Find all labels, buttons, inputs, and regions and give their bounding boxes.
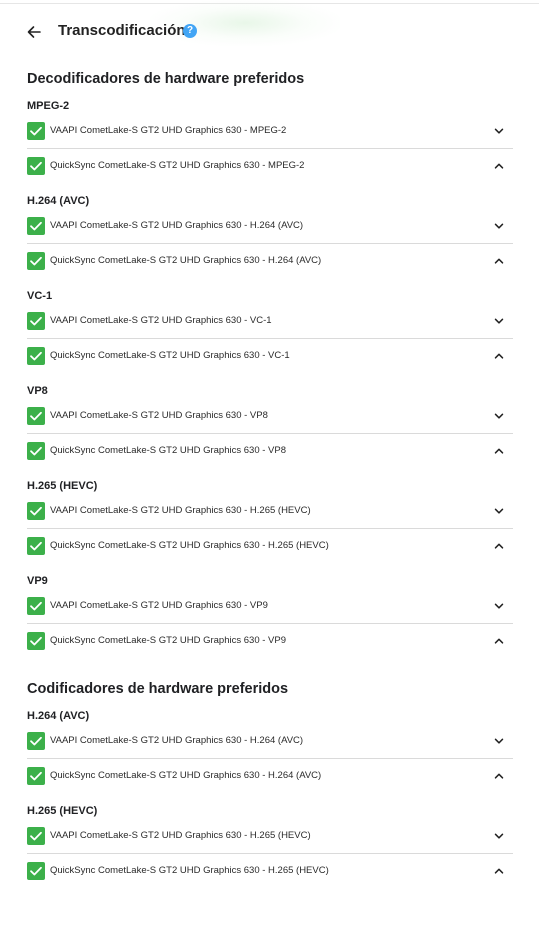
hw-codec-item[interactable]: VAAPI CometLake-S GT2 UHD Graphics 630 -… xyxy=(27,209,513,244)
settings-content: Decodificadores de hardware preferidos MP… xyxy=(27,69,513,898)
hw-codec-item[interactable]: QuickSync CometLake-S GT2 UHD Graphics 6… xyxy=(27,149,513,183)
codec-label: VP8 xyxy=(27,385,48,397)
page-title: Transcodificación xyxy=(58,22,186,39)
codec-label: H.265 (HEVC) xyxy=(27,805,98,817)
chevron-down-icon[interactable] xyxy=(494,126,504,136)
chevron-up-icon[interactable] xyxy=(494,351,504,361)
hw-codec-item[interactable]: VAAPI CometLake-S GT2 UHD Graphics 630 -… xyxy=(27,114,513,149)
hw-codec-item[interactable]: QuickSync CometLake-S GT2 UHD Graphics 6… xyxy=(27,339,513,373)
arrow-left-icon[interactable] xyxy=(24,22,44,42)
checkbox-checked-icon[interactable] xyxy=(27,407,45,425)
checkbox-checked-icon[interactable] xyxy=(27,347,45,365)
hw-codec-label: QuickSync CometLake-S GT2 UHD Graphics 6… xyxy=(50,350,290,361)
checkbox-checked-icon[interactable] xyxy=(27,827,45,845)
checkbox-checked-icon[interactable] xyxy=(27,862,45,880)
codec-label: H.265 (HEVC) xyxy=(27,480,98,492)
checkbox-checked-icon[interactable] xyxy=(27,632,45,650)
hw-codec-label: QuickSync CometLake-S GT2 UHD Graphics 6… xyxy=(50,635,287,646)
chevron-up-icon[interactable] xyxy=(494,866,504,876)
encoders-section: Codificadores de hardware preferidos H.26… xyxy=(27,679,513,888)
chevron-up-icon[interactable] xyxy=(494,636,504,646)
hw-codec-label: VAAPI CometLake-S GT2 UHD Graphics 630 -… xyxy=(50,315,272,326)
checkbox-checked-icon[interactable] xyxy=(27,157,45,175)
codec-label: H.264 (AVC) xyxy=(27,195,90,207)
checkbox-checked-icon[interactable] xyxy=(27,597,45,615)
chevron-down-icon[interactable] xyxy=(494,601,504,611)
section-title: Decodificadores de hardware preferidos xyxy=(27,71,305,87)
hw-codec-label: VAAPI CometLake-S GT2 UHD Graphics 630 -… xyxy=(50,830,311,841)
chevron-up-icon[interactable] xyxy=(494,256,504,266)
checkbox-checked-icon[interactable] xyxy=(27,502,45,520)
chevron-down-icon[interactable] xyxy=(494,221,504,231)
chevron-down-icon[interactable] xyxy=(494,736,504,746)
chevron-up-icon[interactable] xyxy=(494,771,504,781)
hw-codec-label: QuickSync CometLake-S GT2 UHD Graphics 6… xyxy=(50,445,287,456)
hw-codec-item[interactable]: VAAPI CometLake-S GT2 UHD Graphics 630 -… xyxy=(27,819,513,854)
codec-label: MPEG-2 xyxy=(27,100,70,112)
hw-codec-item[interactable]: VAAPI CometLake-S GT2 UHD Graphics 630 -… xyxy=(27,494,513,529)
chevron-down-icon[interactable] xyxy=(494,316,504,326)
codec-group-vp9: VP9 VAAPI CometLake-S GT2 UHD Graphics 63… xyxy=(27,573,513,658)
codec-group-vc-1: VC-1 VAAPI CometLake-S GT2 UHD Graphics 6… xyxy=(27,288,513,373)
codec-group-h-265-hevc: H.265 (HEVC) VAAPI CometLake-S GT2 UHD Gr… xyxy=(27,803,513,888)
codec-group-h-264-avc: H.264 (AVC) VAAPI CometLake-S GT2 UHD Gra… xyxy=(27,708,513,793)
hw-codec-label: VAAPI CometLake-S GT2 UHD Graphics 630 -… xyxy=(50,410,268,421)
hw-codec-label: VAAPI CometLake-S GT2 UHD Graphics 630 -… xyxy=(50,735,304,746)
chevron-down-icon[interactable] xyxy=(494,506,504,516)
hw-codec-item[interactable]: VAAPI CometLake-S GT2 UHD Graphics 630 -… xyxy=(27,399,513,434)
checkbox-checked-icon[interactable] xyxy=(27,537,45,555)
decoders-section: Decodificadores de hardware preferidos MP… xyxy=(27,69,513,658)
hw-codec-label: QuickSync CometLake-S GT2 UHD Graphics 6… xyxy=(50,770,322,781)
codec-group-h-265-hevc: H.265 (HEVC) VAAPI CometLake-S GT2 UHD Gr… xyxy=(27,478,513,563)
hw-codec-item[interactable]: VAAPI CometLake-S GT2 UHD Graphics 630 -… xyxy=(27,589,513,624)
hw-codec-label: VAAPI CometLake-S GT2 UHD Graphics 630 -… xyxy=(50,505,311,516)
checkbox-checked-icon[interactable] xyxy=(27,442,45,460)
checkbox-checked-icon[interactable] xyxy=(27,217,45,235)
checkbox-checked-icon[interactable] xyxy=(27,312,45,330)
hw-codec-item[interactable]: VAAPI CometLake-S GT2 UHD Graphics 630 -… xyxy=(27,724,513,759)
chevron-up-icon[interactable] xyxy=(494,446,504,456)
chevron-down-icon[interactable] xyxy=(494,411,504,421)
hw-codec-item[interactable]: VAAPI CometLake-S GT2 UHD Graphics 630 -… xyxy=(27,304,513,339)
codec-group-h-264-avc: H.264 (AVC) VAAPI CometLake-S GT2 UHD Gra… xyxy=(27,193,513,278)
hw-codec-label: QuickSync CometLake-S GT2 UHD Graphics 6… xyxy=(50,540,329,551)
checkbox-checked-icon[interactable] xyxy=(27,252,45,270)
codec-label: H.264 (AVC) xyxy=(27,710,90,722)
chevron-up-icon[interactable] xyxy=(494,541,504,551)
checkbox-checked-icon[interactable] xyxy=(27,732,45,750)
help-circle-icon[interactable]: ? xyxy=(183,24,197,38)
codec-group-mpeg-2: MPEG-2 VAAPI CometLake-S GT2 UHD Graphics… xyxy=(27,98,513,183)
hw-codec-label: VAAPI CometLake-S GT2 UHD Graphics 630 -… xyxy=(50,600,268,611)
hw-codec-label: VAAPI CometLake-S GT2 UHD Graphics 630 -… xyxy=(50,220,304,231)
section-title: Codificadores de hardware preferidos xyxy=(27,681,289,697)
hw-codec-label: QuickSync CometLake-S GT2 UHD Graphics 6… xyxy=(50,160,305,171)
chevron-up-icon[interactable] xyxy=(494,161,504,171)
checkbox-checked-icon[interactable] xyxy=(27,122,45,140)
hw-codec-item[interactable]: QuickSync CometLake-S GT2 UHD Graphics 6… xyxy=(27,244,513,278)
hw-codec-item[interactable]: QuickSync CometLake-S GT2 UHD Graphics 6… xyxy=(27,759,513,793)
page-header: Transcodificación ? xyxy=(0,16,539,46)
hw-codec-label: QuickSync CometLake-S GT2 UHD Graphics 6… xyxy=(50,255,322,266)
chevron-down-icon[interactable] xyxy=(494,831,504,841)
codec-label: VC-1 xyxy=(27,290,53,302)
hw-codec-item[interactable]: QuickSync CometLake-S GT2 UHD Graphics 6… xyxy=(27,529,513,563)
codec-group-vp8: VP8 VAAPI CometLake-S GT2 UHD Graphics 63… xyxy=(27,383,513,468)
checkbox-checked-icon[interactable] xyxy=(27,767,45,785)
hw-codec-label: QuickSync CometLake-S GT2 UHD Graphics 6… xyxy=(50,865,329,876)
codec-label: VP9 xyxy=(27,575,48,587)
hw-codec-item[interactable]: QuickSync CometLake-S GT2 UHD Graphics 6… xyxy=(27,854,513,888)
hw-codec-item[interactable]: QuickSync CometLake-S GT2 UHD Graphics 6… xyxy=(27,434,513,468)
hw-codec-item[interactable]: QuickSync CometLake-S GT2 UHD Graphics 6… xyxy=(27,624,513,658)
hw-codec-label: VAAPI CometLake-S GT2 UHD Graphics 630 -… xyxy=(50,125,287,136)
